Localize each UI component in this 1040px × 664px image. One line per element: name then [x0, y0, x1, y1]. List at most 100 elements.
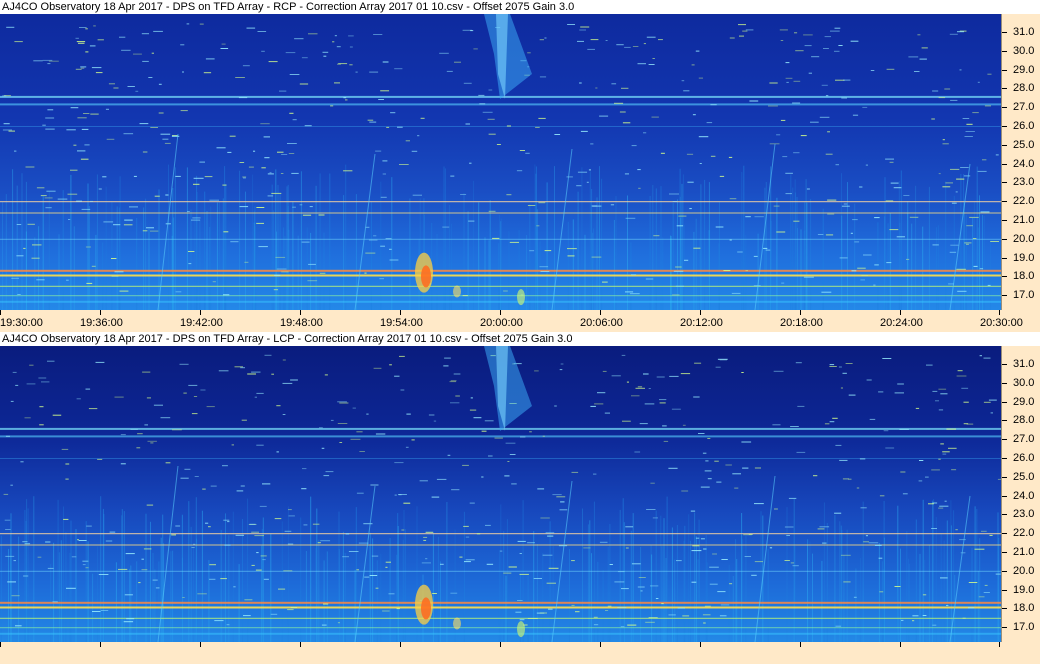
- signal-dash: [621, 354, 626, 356]
- signal-dash: [720, 604, 730, 606]
- interference-band: [0, 627, 1001, 629]
- signal-dash: [15, 384, 19, 386]
- noise-streak: [372, 538, 374, 642]
- signal-dash: [388, 593, 395, 595]
- signal-dash: [840, 554, 851, 556]
- signal-dash: [566, 176, 573, 178]
- interference-band: [0, 238, 1001, 240]
- x-tick: [700, 642, 701, 647]
- signal-dash: [290, 379, 298, 381]
- x-tick: [100, 310, 101, 315]
- noise-streak: [119, 176, 121, 310]
- signal-dash: [158, 83, 162, 85]
- signal-dash: [675, 285, 685, 287]
- signal-dash: [824, 36, 831, 38]
- signal-dash: [599, 115, 609, 117]
- noise-streak: [326, 551, 328, 642]
- signal-dash: [373, 367, 382, 369]
- noise-streak: [503, 531, 505, 642]
- signal-dash: [886, 68, 895, 70]
- noise-streak: [271, 184, 273, 310]
- signal-dash: [242, 176, 247, 178]
- noise-streak: [369, 532, 371, 642]
- noise-streak: [95, 234, 97, 310]
- signal-dash: [433, 420, 437, 422]
- noise-streak: [389, 538, 391, 642]
- signal-dash: [371, 555, 379, 557]
- x-tick-label: 20:06:00: [580, 317, 623, 329]
- signal-dash: [776, 134, 781, 136]
- signal-dash: [89, 45, 96, 47]
- noise-streak: [883, 537, 885, 642]
- noise-streak: [877, 222, 879, 310]
- signal-dash: [691, 64, 695, 66]
- signal-dash: [349, 64, 353, 66]
- signal-dash: [436, 478, 447, 480]
- signal-dash: [890, 182, 899, 184]
- noise-streak: [277, 184, 279, 310]
- signal-dash: [224, 544, 231, 546]
- signal-dash: [209, 564, 216, 566]
- signal-dash: [707, 438, 711, 439]
- signal-dash: [731, 292, 741, 294]
- signal-dash: [308, 33, 318, 35]
- signal-dash: [70, 107, 79, 109]
- signal-dash: [625, 217, 636, 219]
- signal-dash: [652, 517, 658, 519]
- signal-dash: [444, 357, 451, 359]
- x-tick: [600, 642, 601, 647]
- signal-dash: [45, 207, 52, 209]
- signal-dash: [842, 372, 847, 374]
- signal-dash: [363, 523, 373, 525]
- signal-dash: [969, 216, 979, 218]
- signal-dash: [150, 230, 159, 232]
- x-tick: [500, 310, 501, 315]
- signal-dash: [256, 392, 264, 394]
- signal-dash: [695, 50, 700, 52]
- signal-dash: [370, 484, 379, 486]
- signal-dash: [710, 155, 716, 157]
- noise-streak: [676, 525, 678, 642]
- noise-streak: [884, 177, 886, 310]
- signal-dash: [542, 554, 553, 556]
- signal-dash: [380, 90, 390, 92]
- y-tick-label: 26.0: [1013, 452, 1035, 464]
- signal-dash: [709, 566, 719, 568]
- noise-streak: [793, 498, 795, 642]
- signal-dash: [637, 386, 643, 388]
- noise-streak: [655, 510, 657, 642]
- signal-dash: [942, 453, 947, 455]
- noise-streak: [449, 204, 451, 310]
- signal-dash: [469, 409, 477, 411]
- y-tick-label: 24.0: [1013, 489, 1035, 502]
- signal-dash: [800, 135, 807, 137]
- signal-dash: [183, 392, 187, 394]
- noise-streak: [933, 499, 935, 642]
- x-tick-label: 20:30:00: [980, 317, 1023, 329]
- noise-streak: [705, 534, 707, 642]
- signal-dash: [302, 468, 307, 470]
- signal-dash: [240, 485, 245, 487]
- noise-streak: [391, 177, 393, 310]
- signal-dash: [825, 95, 829, 97]
- signal-dash: [709, 583, 718, 585]
- y-tick-label: 17.0: [1013, 621, 1035, 634]
- signal-dash: [405, 446, 409, 448]
- signal-dash: [637, 169, 641, 171]
- signal-dash: [605, 610, 609, 611]
- signal-dash: [148, 77, 153, 78]
- noise-streak: [58, 552, 60, 642]
- signal-dash: [987, 73, 992, 75]
- signal-dash: [650, 482, 655, 484]
- signal-dash: [682, 615, 690, 617]
- signal-dash: [39, 406, 44, 408]
- signal-dash: [940, 443, 944, 445]
- signal-dash: [180, 44, 185, 46]
- signal-dash: [218, 370, 229, 372]
- signal-dash: [339, 442, 343, 443]
- signal-dash: [590, 39, 599, 41]
- signal-dash: [109, 531, 116, 533]
- signal-dash: [82, 560, 89, 562]
- signal-dash: [931, 118, 935, 120]
- signal-dash: [745, 270, 748, 272]
